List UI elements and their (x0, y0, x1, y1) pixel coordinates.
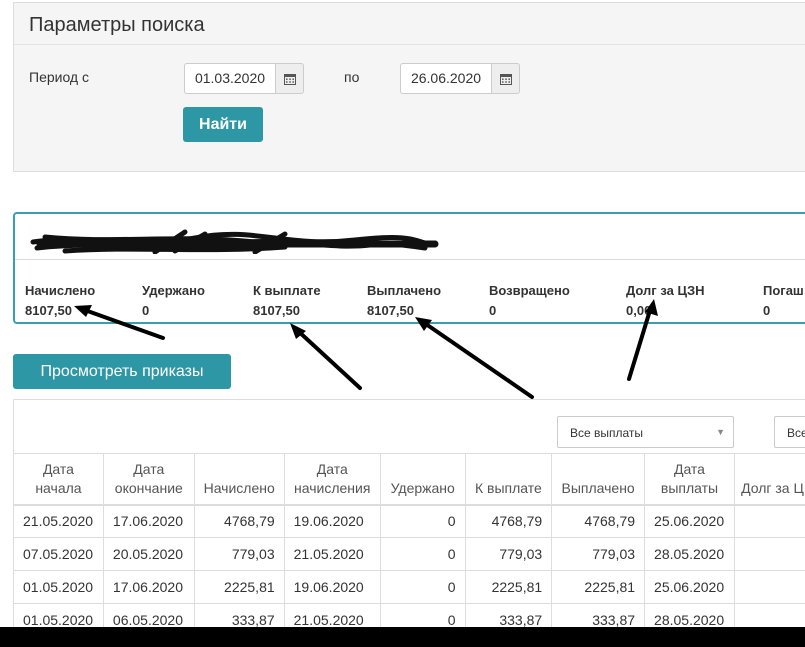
cell-debt (733, 537, 805, 571)
summary-repaid: Погаш 0 (763, 283, 804, 318)
cell-end-date: 17.06.2020 (102, 570, 195, 604)
column-header[interactable]: Дата окончание (102, 453, 195, 506)
cell-end-date: 17.06.2020 (102, 504, 195, 538)
find-button[interactable]: Найти (183, 107, 263, 142)
payments-table: Дата начала Дата окончание Начислено Дат… (13, 453, 805, 637)
column-header[interactable]: Дата начисления (283, 453, 381, 506)
summary-returned: Возвращено 0 (489, 283, 570, 318)
payments-table-panel: Все выплаты ▼ Все Дата начала Дата оконч… (13, 399, 805, 639)
search-panel: Параметры поиска Период с 01.03.2020 по … (13, 2, 805, 172)
redaction-scribble (30, 229, 439, 254)
column-header[interactable]: Долг за Ц (733, 453, 805, 506)
cell-accrued: 4768,79 (193, 504, 285, 538)
cell-accrued: 779,03 (193, 537, 285, 571)
summary-label: Долг за ЦЗН (626, 283, 705, 298)
cell-payment-date: 25.06.2020 (644, 504, 735, 538)
payments-filter-select[interactable]: Все выплаты ▼ (557, 416, 734, 448)
bottom-black-bar (0, 627, 805, 647)
cell-withheld: 0 (379, 504, 466, 538)
summary-label: К выплате (253, 283, 321, 298)
summary-accrued: Начислено 8107,50 (25, 283, 95, 318)
date-to-input[interactable]: 26.06.2020 (400, 63, 492, 94)
table-row[interactable]: 01.05.2020 17.06.2020 2225,81 19.06.2020… (13, 570, 805, 604)
date-from-calendar-button[interactable] (276, 63, 304, 94)
cell-paid: 4768,79 (551, 504, 646, 538)
date-from-input[interactable]: 01.03.2020 (184, 63, 276, 94)
table-row[interactable]: 07.05.2020 20.05.2020 779,03 21.05.2020 … (13, 537, 805, 571)
second-filter-select[interactable]: Все (774, 416, 805, 448)
summary-value: 8107,50 (367, 303, 414, 318)
cell-accrual-date: 21.05.2020 (283, 537, 381, 571)
cell-to-pay: 779,03 (464, 537, 553, 571)
date-to-calendar-button[interactable] (492, 63, 520, 94)
column-header[interactable]: Удержано (379, 453, 466, 506)
cell-start-date: 01.05.2020 (13, 570, 104, 604)
cell-debt (733, 570, 805, 604)
table-header-row: Дата начала Дата окончание Начислено Дат… (13, 453, 805, 506)
cell-payment-date: 28.05.2020 (644, 537, 735, 571)
table-toolbar: Все выплаты ▼ Все (14, 400, 805, 454)
summary-label: Погаш (763, 283, 804, 298)
summary-panel: Начислено 8107,50 Удержано 0 К выплате 8… (13, 212, 805, 324)
period-to-label: по (344, 69, 360, 85)
cell-accrued: 2225,81 (193, 570, 285, 604)
cell-start-date: 21.05.2020 (13, 504, 104, 538)
column-header[interactable]: Дата выплаты (644, 453, 735, 506)
summary-label: Возвращено (489, 283, 570, 298)
summary-divider (15, 259, 805, 260)
cell-payment-date: 25.06.2020 (644, 570, 735, 604)
calendar-icon (499, 73, 512, 85)
second-filter-value: Все (787, 426, 805, 440)
payments-filter-value: Все выплаты (570, 426, 644, 440)
column-header[interactable]: Дата начала (13, 453, 104, 506)
summary-value: 8107,50 (25, 303, 72, 318)
summary-to-pay: К выплате 8107,50 (253, 283, 321, 318)
cell-accrual-date: 19.06.2020 (283, 570, 381, 604)
cell-withheld: 0 (379, 537, 466, 571)
table-row[interactable]: 21.05.2020 17.06.2020 4768,79 19.06.2020… (13, 504, 805, 538)
calendar-icon (283, 73, 296, 85)
cell-paid: 779,03 (551, 537, 646, 571)
column-header[interactable]: К выплате (464, 453, 553, 506)
summary-label: Начислено (25, 283, 96, 298)
search-panel-title: Параметры поиска (14, 3, 805, 45)
cell-to-pay: 2225,81 (464, 570, 553, 604)
cell-start-date: 07.05.2020 (13, 537, 104, 571)
summary-value: 0 (142, 303, 150, 318)
view-orders-button[interactable]: Просмотреть приказы (13, 354, 231, 389)
summary-value: 0 (489, 303, 497, 318)
column-header[interactable]: Начислено (193, 453, 285, 506)
column-header[interactable]: Выплачено (551, 453, 646, 506)
period-from-label: Период с (29, 69, 89, 85)
summary-value: 8107,50 (253, 303, 300, 318)
summary-value: 0 (763, 303, 771, 318)
summary-debt: Долг за ЦЗН 0,00 (626, 283, 704, 318)
cell-end-date: 20.05.2020 (102, 537, 195, 571)
annotation-arrow (295, 328, 362, 390)
annotation-arrow (421, 320, 534, 399)
cell-debt (733, 504, 805, 538)
cell-withheld: 0 (379, 570, 466, 604)
summary-label: Выплачено (367, 283, 442, 298)
summary-paid: Выплачено 8107,50 (367, 283, 441, 318)
summary-value: 0,00 (626, 303, 652, 318)
summary-label: Удержано (142, 283, 205, 298)
annotation-arrowhead (290, 323, 306, 339)
chevron-down-icon: ▼ (716, 427, 725, 437)
summary-withheld: Удержано 0 (142, 283, 205, 318)
cell-paid: 2225,81 (551, 570, 646, 604)
cell-to-pay: 4768,79 (464, 504, 553, 538)
cell-accrual-date: 19.06.2020 (283, 504, 381, 538)
